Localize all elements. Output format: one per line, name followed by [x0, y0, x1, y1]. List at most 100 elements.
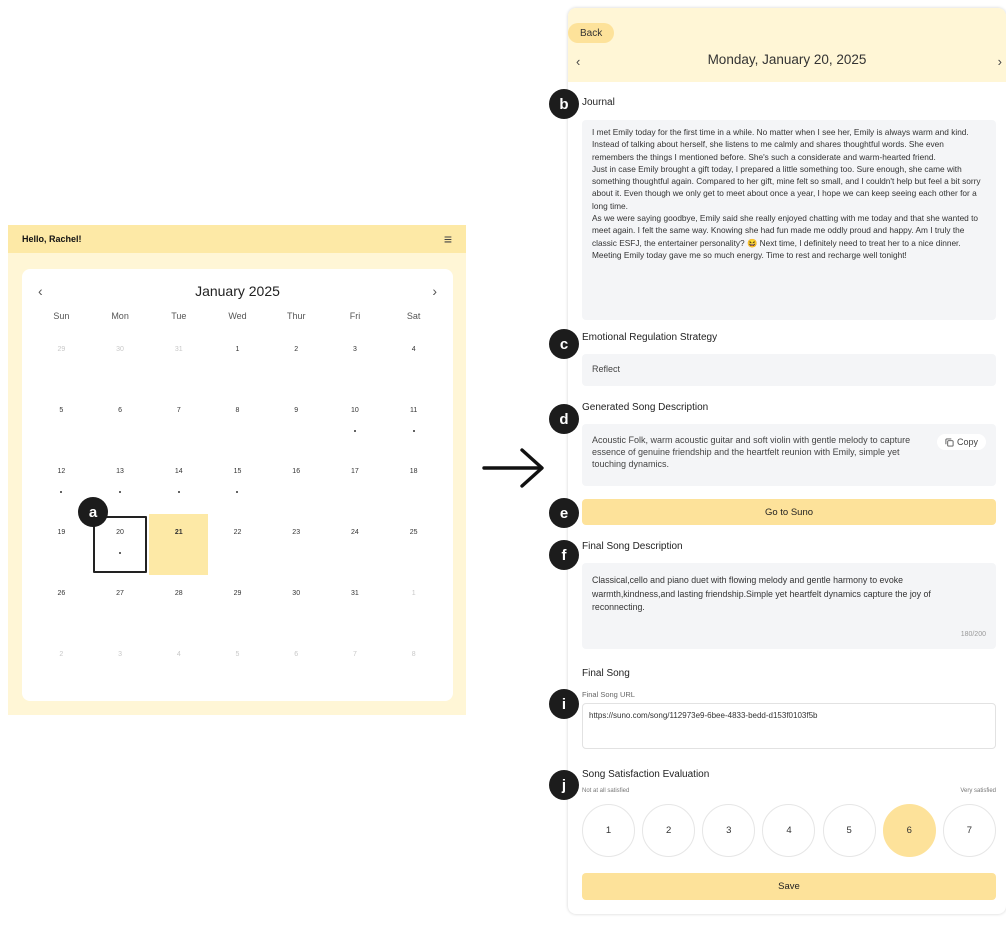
day-number: 29 — [57, 346, 66, 353]
day-number: 10 — [351, 407, 359, 414]
entry-dot — [236, 491, 239, 493]
entry-dot — [119, 552, 122, 554]
day-number: 2 — [294, 346, 299, 353]
calendar-day-cell[interactable]: 15 — [208, 453, 267, 514]
day-number: 30 — [116, 346, 124, 353]
weekday-label: Sun — [53, 311, 70, 321]
url-label: Final Song URL — [582, 690, 635, 699]
hamburger-menu-icon[interactable]: ≡ — [444, 232, 452, 246]
strategy-value: Reflect — [582, 354, 996, 386]
calendar-day-cell[interactable]: 3 — [91, 636, 150, 697]
day-number: 8 — [411, 651, 416, 658]
day-number: 9 — [294, 407, 299, 414]
entry-dot — [353, 430, 356, 432]
calendar-day-cell[interactable]: 31 — [326, 575, 385, 636]
calendar-day-cell[interactable]: 4 — [384, 331, 443, 392]
scale-high-label: Very satisfied — [960, 788, 996, 794]
calendar-day-cell[interactable]: 4 — [149, 636, 208, 697]
day-number: 11 — [410, 407, 418, 414]
calendar-day-cell[interactable]: 6 — [91, 392, 150, 453]
weekday-label: Wed — [228, 311, 247, 321]
day-number: 5 — [235, 651, 240, 658]
calendar-day-cell[interactable]: 31 — [149, 331, 208, 392]
calendar-nav: ‹ January 2025 › — [22, 283, 453, 301]
rating-option[interactable]: 7 — [942, 804, 996, 857]
rating-option[interactable]: 6 — [882, 804, 936, 857]
rating-option[interactable]: 5 — [822, 804, 876, 857]
back-button[interactable]: Back — [568, 23, 615, 43]
calendar-day-cell[interactable]: 7 — [326, 636, 385, 697]
final-description-input[interactable]: Classical,cello and piano duet with flow… — [582, 563, 996, 649]
rating-option[interactable]: 2 — [642, 804, 696, 857]
rating-option[interactable]: 3 — [702, 804, 756, 857]
calendar-day-cell[interactable]: 30 — [267, 575, 326, 636]
calendar-day-cell[interactable]: 6 — [267, 636, 326, 697]
calendar-day-cell[interactable]: 8 — [208, 392, 267, 453]
calendar-day-cell[interactable]: 8 — [384, 636, 443, 697]
day-number: 18 — [409, 468, 418, 475]
calendar-day-cell[interactable]: 28 — [149, 575, 208, 636]
day-number: 3 — [352, 346, 357, 353]
calendar-day-cell[interactable]: 23 — [267, 514, 326, 575]
calendar-day-cell[interactable]: 5 — [32, 392, 91, 453]
calendar-day-cell[interactable]: 18 — [384, 453, 443, 514]
copy-button[interactable]: Copy — [936, 434, 986, 450]
next-day-icon[interactable]: › — [998, 54, 1002, 69]
calendar-day-cell[interactable]: 25 — [384, 514, 443, 575]
calendar-day-cell[interactable]: 11 — [384, 392, 443, 453]
calendar-day-cell[interactable]: 16 — [267, 453, 326, 514]
calendar-day-cell[interactable]: 29 — [32, 331, 91, 392]
calendar-day-cell[interactable]: 19 — [32, 514, 91, 575]
calendar-day-cell[interactable]: 21 — [149, 514, 209, 575]
calendar-day-cell[interactable]: 10 — [326, 392, 385, 453]
detail-header: Back ‹ Monday, January 20, 2025 › — [568, 8, 1006, 82]
journal-paragraph: I met Emily today for the first time in … — [592, 127, 969, 162]
rating-option[interactable]: 4 — [762, 804, 816, 857]
annotation-badge-i: i — [549, 689, 579, 719]
next-month-icon[interactable]: › — [432, 283, 437, 299]
copy-label: Copy — [956, 437, 978, 447]
day-number: 27 — [116, 590, 124, 597]
save-button[interactable]: Save — [582, 873, 996, 900]
rating-option[interactable]: 1 — [582, 804, 635, 857]
generated-description-text: Acoustic Folk, warm acoustic guitar and … — [592, 435, 911, 469]
calendar-day-cell[interactable]: 27 — [91, 575, 150, 636]
annotation-badge-j: j — [549, 770, 579, 800]
final-description-text: Classical,cello and piano duet with flow… — [592, 575, 931, 612]
calendar-day-cell[interactable]: 30 — [91, 331, 150, 392]
journal-paragraph: Just in case Emily brought a gift today,… — [592, 163, 981, 211]
calendar-screen: Hello, Rachel! ≡ ‹ January 2025 › Sun Mon… — [8, 225, 466, 715]
char-counter: 180/200 — [960, 630, 986, 638]
calendar-day-cell[interactable]: 3 — [326, 331, 385, 392]
day-number: 24 — [351, 529, 359, 536]
day-number: 29 — [233, 590, 242, 597]
calendar-day-cell[interactable]: 29 — [208, 575, 267, 636]
calendar-day-cell[interactable]: 24 — [326, 514, 385, 575]
calendar-day-cell[interactable]: 9 — [267, 392, 326, 453]
calendar-day-cell[interactable]: 1 — [208, 331, 267, 392]
weekday-label: Sat — [406, 311, 421, 321]
annotation-badge-c: c — [549, 329, 579, 359]
calendar-day-cell[interactable]: 2 — [32, 636, 91, 697]
day-number: 26 — [57, 590, 66, 597]
rating-scale: 1234567 — [582, 804, 996, 857]
calendar-day-cell[interactable]: 5 — [208, 636, 267, 697]
calendar-day-cell[interactable]: 2 — [267, 331, 326, 392]
journal-text[interactable]: I met Emily today for the first time in … — [582, 120, 996, 320]
calendar-day-cell[interactable]: 17 — [326, 453, 385, 514]
calendar-day-cell[interactable]: 1 — [384, 575, 443, 636]
right-arrow-icon — [482, 448, 544, 488]
annotation-badge-e: e — [549, 498, 579, 528]
calendar-day-cell[interactable]: 14 — [149, 453, 208, 514]
weekday-label: Mon — [111, 311, 129, 321]
day-number: 25 — [409, 529, 418, 536]
weekday-label: Tue — [171, 311, 187, 321]
day-number: 21 — [174, 529, 183, 536]
calendar-day-cell[interactable]: 7 — [149, 392, 208, 453]
copy-icon — [945, 437, 954, 447]
go-to-suno-button[interactable]: Go to Suno — [582, 499, 996, 525]
day-number: 4 — [176, 651, 181, 658]
calendar-day-cell[interactable]: 26 — [32, 575, 91, 636]
song-url-input[interactable]: https://suno.com/song/112973e9-6bee-4833… — [582, 703, 996, 749]
calendar-day-cell[interactable]: 22 — [208, 514, 267, 575]
